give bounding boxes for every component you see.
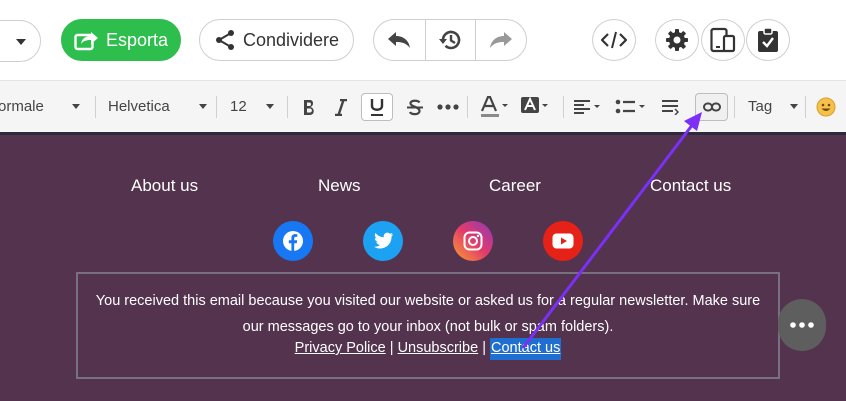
instagram-button[interactable] <box>453 221 493 261</box>
list-button[interactable] <box>615 94 647 120</box>
code-icon <box>601 31 627 49</box>
merge-tag-select[interactable]: Tag <box>748 81 799 131</box>
facebook-icon <box>283 231 303 251</box>
toolbar-divider <box>467 96 468 118</box>
instagram-icon <box>463 231 483 251</box>
footer-nav-career[interactable]: Career <box>489 176 541 196</box>
notice-line: You received this email because you visi… <box>95 293 761 309</box>
share-button[interactable]: Condividere <box>199 19 354 61</box>
history-button[interactable] <box>424 20 476 60</box>
notice-text-block[interactable]: You received this email because you visi… <box>76 272 780 379</box>
gear-icon <box>666 29 688 51</box>
history-icon <box>439 30 461 50</box>
insert-link-button[interactable] <box>695 93 728 121</box>
footer-links-line: Privacy Police | Unsubscribe | Contact u… <box>78 338 778 360</box>
device-preview-button[interactable] <box>701 19 745 61</box>
toolbar-divider <box>734 96 735 118</box>
notice-paragraph: You received this email because you visi… <box>78 288 778 340</box>
strikethrough-icon <box>407 99 423 115</box>
font-family-select[interactable]: Helvetica <box>108 81 207 131</box>
share-icon <box>215 30 234 50</box>
chevron-down-icon <box>790 103 799 109</box>
more-formatting-button[interactable] <box>435 94 461 120</box>
line-height-button[interactable] <box>657 94 683 120</box>
redo-button[interactable] <box>475 20 526 60</box>
font-size-value: 12 <box>230 97 247 115</box>
history-button-group <box>373 19 527 61</box>
toolbar-divider <box>563 96 564 118</box>
privacy-policy-link[interactable]: Privacy Police <box>295 340 386 356</box>
code-view-button[interactable] <box>592 19 636 61</box>
template-dropdown[interactable] <box>0 20 41 62</box>
settings-button[interactable] <box>655 19 699 61</box>
undo-button[interactable] <box>374 20 425 60</box>
link-icon <box>702 102 721 112</box>
chevron-down-icon <box>71 103 80 109</box>
bold-icon <box>304 99 314 115</box>
clipboard-check-button[interactable] <box>746 19 790 61</box>
undo-icon <box>388 32 411 48</box>
email-footer-block[interactable]: About us News Career Contact us You rece… <box>0 135 846 401</box>
chevron-down-icon <box>16 39 26 45</box>
underline-icon <box>370 99 384 116</box>
unsubscribe-link[interactable]: Unsubscribe <box>398 340 479 356</box>
footer-nav-contact[interactable]: Contact us <box>650 176 731 196</box>
youtube-button[interactable] <box>543 221 583 261</box>
link-separator: | <box>482 340 486 356</box>
youtube-icon <box>552 233 574 249</box>
share-label: Condividere <box>242 29 340 50</box>
paragraph-style-value: ormale <box>0 97 44 115</box>
more-horizontal-icon <box>437 104 459 110</box>
contact-us-link-selected[interactable]: Contact us <box>490 338 562 360</box>
chevron-down-icon <box>198 103 207 109</box>
top-action-bar: Esporta Condividere <box>0 0 846 80</box>
font-family-value: Helvetica <box>108 97 170 115</box>
notice-line: our messages go to your inbox (not bulk … <box>242 319 614 335</box>
clipboard-check-icon <box>758 27 778 52</box>
toolbar-divider <box>287 96 288 118</box>
export-button[interactable]: Esporta <box>61 19 181 61</box>
paragraph-style-select[interactable]: ormale <box>0 81 80 131</box>
bold-button[interactable] <box>296 94 322 120</box>
emoji-icon <box>816 97 836 117</box>
tag-label: Tag <box>748 97 773 115</box>
chevron-down-icon <box>265 103 274 109</box>
background-color-icon <box>521 96 548 113</box>
footer-nav-about[interactable]: About us <box>131 176 198 196</box>
bullet-list-icon <box>615 99 645 114</box>
font-size-select[interactable]: 12 <box>230 81 274 131</box>
facebook-button[interactable] <box>273 221 313 261</box>
underline-button[interactable] <box>361 93 393 121</box>
footer-nav-news[interactable]: News <box>318 176 361 196</box>
text-color-icon <box>480 96 508 117</box>
more-horizontal-icon <box>790 322 814 328</box>
align-button[interactable] <box>573 94 603 120</box>
background-color-button[interactable] <box>519 94 551 120</box>
toolbar-divider <box>805 96 806 118</box>
twitter-icon <box>374 232 393 249</box>
export-icon <box>74 32 98 51</box>
device-preview-icon <box>710 27 736 53</box>
align-left-icon <box>574 100 600 114</box>
italic-button[interactable] <box>328 94 354 120</box>
toolbar-divider <box>95 96 96 118</box>
formatting-toolbar: ormale Helvetica 12 Tag <box>0 80 846 132</box>
twitter-button[interactable] <box>363 221 403 261</box>
more-options-button[interactable] <box>778 299 826 351</box>
redo-icon <box>490 32 513 48</box>
strikethrough-button[interactable] <box>402 94 428 120</box>
toolbar-divider <box>216 96 217 118</box>
italic-icon <box>335 98 347 116</box>
text-color-button[interactable] <box>479 94 511 120</box>
emoji-button[interactable] <box>813 94 839 120</box>
link-separator: | <box>389 340 394 356</box>
export-label: Esporta <box>105 29 169 50</box>
line-height-icon <box>662 100 679 115</box>
